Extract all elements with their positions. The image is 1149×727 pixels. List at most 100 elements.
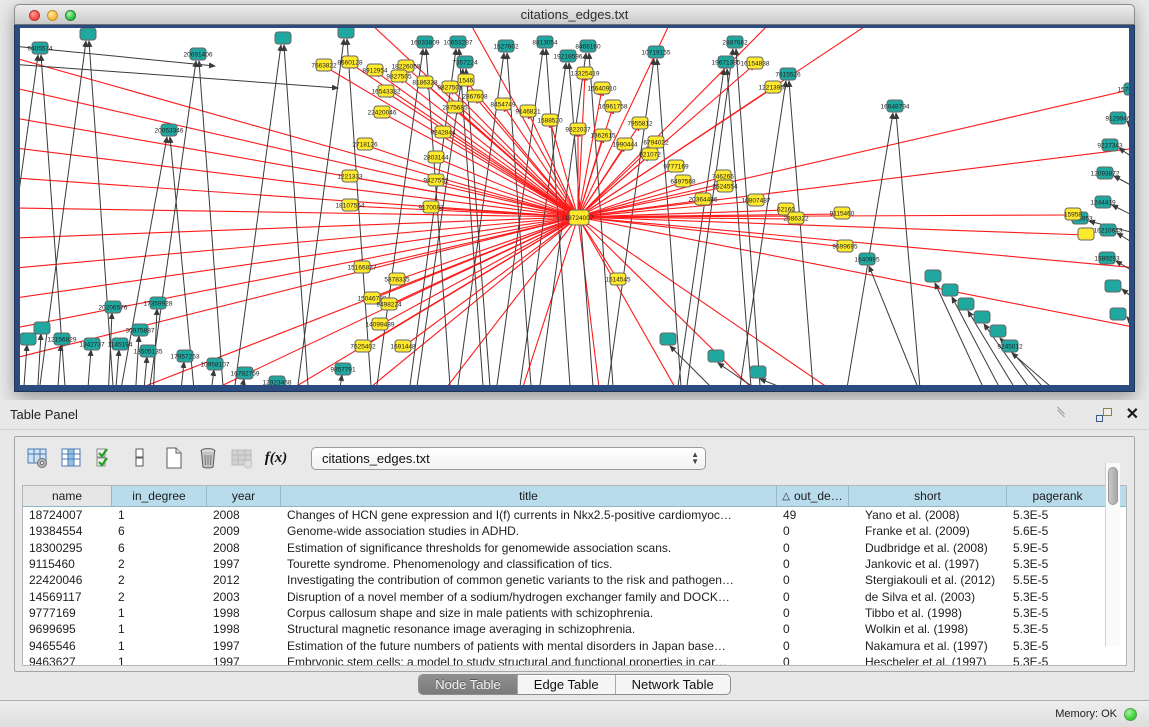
table-row[interactable]: 969969511998Structural magnetic resonanc… [23, 621, 1126, 637]
table-cell[interactable]: 2012 [207, 573, 281, 587]
table-cell[interactable]: 2 [112, 573, 207, 587]
table-cell[interactable]: 0 [777, 606, 849, 620]
graph-edge[interactable] [347, 39, 372, 385]
table-cell[interactable]: 19384554 [23, 524, 112, 538]
vertical-scrollbar[interactable] [1105, 463, 1120, 646]
table-cell[interactable]: 5.9E-5 [1007, 541, 1109, 555]
table-cell[interactable]: 0 [777, 557, 849, 571]
table-cell[interactable]: 2009 [207, 524, 281, 538]
tab-network-table[interactable]: Network Table [616, 675, 730, 694]
float-panel-icon[interactable] [1096, 408, 1112, 422]
row-height-icon[interactable] [125, 443, 155, 473]
zoom-window-button[interactable] [65, 10, 76, 21]
graph-node-teal[interactable] [942, 284, 958, 296]
table-cell[interactable]: 1 [112, 622, 207, 636]
graph-edge[interactable] [89, 41, 114, 385]
table-cell[interactable]: 0 [777, 622, 849, 636]
table-row[interactable]: 1830029562008Estimation of significance … [23, 540, 1126, 556]
table-cell[interactable]: 9699695 [23, 622, 112, 636]
table-cell[interactable]: 2 [112, 590, 207, 604]
table-cell[interactable]: Genome-wide association studies in ADHD. [281, 524, 777, 538]
graph-edge[interactable] [1116, 261, 1129, 274]
table-row[interactable]: 946362711997Embryonic stem cells: a mode… [23, 654, 1126, 666]
graph-edge[interactable] [20, 217, 578, 358]
table-cell[interactable]: Tibbo et al. (1998) [849, 606, 1007, 620]
graph-edge[interactable] [896, 113, 921, 385]
graph-node-yellow[interactable] [1078, 228, 1094, 240]
close-panel-icon[interactable]: ✕ [1126, 408, 1139, 422]
memory-ok-indicator[interactable] [1124, 708, 1137, 721]
table-cell[interactable]: 6 [112, 524, 207, 538]
graph-edge[interactable] [20, 58, 578, 217]
show-column-icon[interactable] [57, 443, 87, 473]
column-header-pagerank[interactable]: pagerank [1007, 486, 1109, 506]
table-cell[interactable]: Changes of HCN gene expression and I(f) … [281, 508, 777, 522]
table-cell[interactable]: 1 [112, 655, 207, 666]
table-cell[interactable]: 5.3E-5 [1007, 655, 1109, 666]
table-cell[interactable]: Disruption of a novel member of a sodium… [281, 590, 777, 604]
table-cell[interactable]: 14569117 [23, 590, 112, 604]
table-cell[interactable]: 1 [112, 639, 207, 653]
column-header-short[interactable]: short [849, 486, 1007, 506]
table-cell[interactable]: 0 [777, 639, 849, 653]
graph-edge[interactable] [37, 334, 41, 385]
column-header-in_degree[interactable]: in_degree [112, 486, 207, 506]
table-cell[interactable]: 22420046 [23, 573, 112, 587]
tab-edge-table[interactable]: Edge Table [518, 675, 616, 694]
table-cell[interactable]: de Silva et al. (2003) [849, 590, 1007, 604]
graph-node-teal[interactable] [958, 298, 974, 310]
graph-node-teal[interactable] [20, 333, 36, 345]
new-file-icon[interactable] [159, 443, 189, 473]
table-select-dropdown[interactable]: citations_edges.txt ▲▼ [311, 447, 706, 470]
table-cell[interactable]: 9465546 [23, 639, 112, 653]
graph-edge[interactable] [1112, 205, 1129, 218]
table-cell[interactable]: 1998 [207, 606, 281, 620]
graph-edge[interactable] [210, 370, 214, 385]
import-table-icon[interactable] [227, 443, 257, 473]
close-window-button[interactable] [29, 10, 40, 21]
graph-edge[interactable] [1117, 233, 1129, 246]
graph-node-teal[interactable] [275, 32, 291, 44]
table-cell[interactable]: 2003 [207, 590, 281, 604]
graph-edge[interactable] [170, 137, 195, 385]
table-cell[interactable]: Jankovic et al. (1997) [849, 557, 1007, 571]
graph-edge[interactable] [789, 81, 814, 385]
graph-edge[interactable] [1122, 289, 1129, 302]
graph-edge[interactable] [20, 64, 338, 88]
graph-edge[interactable] [180, 362, 184, 385]
graph-edge[interactable] [578, 217, 680, 385]
table-cell[interactable]: 5.3E-5 [1007, 508, 1109, 522]
table-cell[interactable]: 5.3E-5 [1007, 590, 1109, 604]
graph-edge[interactable] [578, 217, 600, 385]
function-builder-icon[interactable]: f(x) [261, 443, 291, 473]
table-cell[interactable]: Yano et al. (2008) [849, 508, 1007, 522]
graph-node-teal[interactable] [708, 350, 724, 362]
table-cell[interactable]: 0 [777, 655, 849, 666]
table-row[interactable]: 911546021997Tourette syndrome. Phenomeno… [23, 556, 1126, 572]
table-row[interactable]: 977716911998Corpus callosum shape and si… [23, 605, 1126, 621]
column-header-out_de[interactable]: △out_de… [777, 486, 849, 506]
table-cell[interactable]: 2 [112, 557, 207, 571]
graph-edge[interactable] [199, 61, 224, 385]
select-all-icon[interactable] [91, 443, 121, 473]
graph-node-teal[interactable] [80, 28, 96, 40]
graph-node-teal[interactable] [750, 366, 766, 378]
table-cell[interactable]: 9115460 [23, 557, 112, 571]
graph-edge[interactable] [760, 379, 814, 385]
table-cell[interactable]: 5.3E-5 [1007, 639, 1109, 653]
graph-edge[interactable] [23, 345, 27, 385]
table-cell[interactable]: Tourette syndrome. Phenomenology and cla… [281, 557, 777, 571]
table-cell[interactable]: 5.3E-5 [1007, 606, 1109, 620]
table-cell[interactable]: 1997 [207, 639, 281, 653]
window-titlebar[interactable]: citations_edges.txt [14, 4, 1135, 25]
graph-edge[interactable] [240, 379, 244, 385]
table-row[interactable]: 2242004622012Investigating the contribut… [23, 572, 1126, 588]
table-row[interactable]: 1456911722003Disruption of a novel membe… [23, 588, 1126, 604]
graph-edge[interactable] [57, 345, 61, 385]
delete-icon[interactable] [193, 443, 223, 473]
graph-edge[interactable] [1114, 176, 1129, 189]
table-cell[interactable]: Stergiakouli et al. (2012) [849, 573, 1007, 587]
graph-node-teal[interactable] [338, 28, 354, 38]
column-header-year[interactable]: year [207, 486, 281, 506]
graph-node-teal[interactable] [925, 270, 941, 282]
